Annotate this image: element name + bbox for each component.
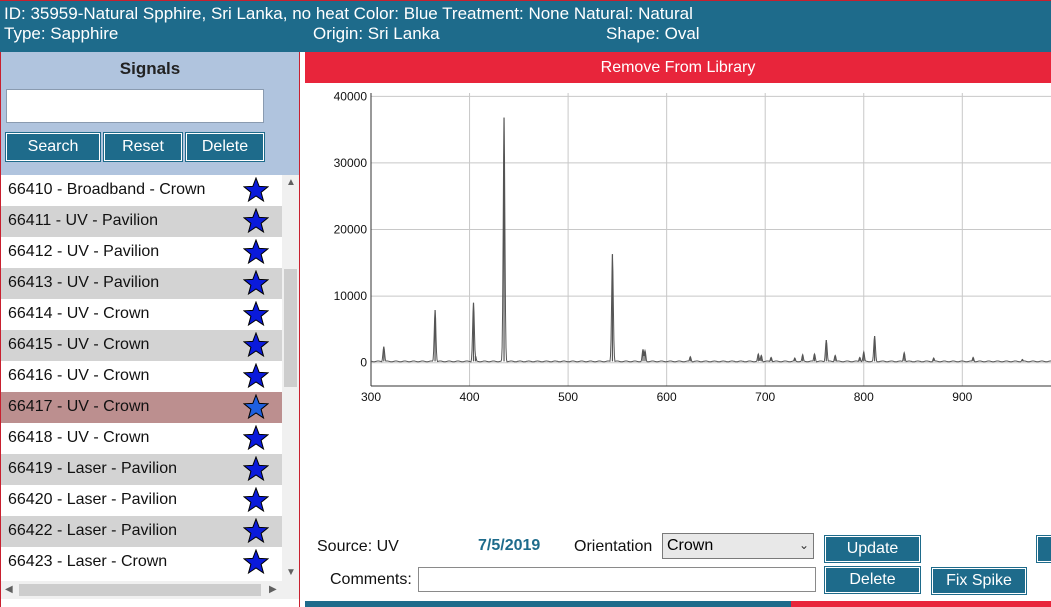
- list-item-label: 66413 - UV - Pavilion: [8, 274, 160, 291]
- list-item[interactable]: 66410 - Broadband - Crown: [1, 175, 282, 206]
- list-item-label: 66417 - UV - Crown: [8, 398, 150, 415]
- scroll-left-icon[interactable]: ◀: [5, 584, 13, 595]
- y-tick-label: 40000: [334, 89, 368, 103]
- vertical-scrollbar[interactable]: ▲ ▼: [282, 175, 299, 581]
- star-icon[interactable]: [242, 238, 270, 265]
- list-item[interactable]: 66417 - UV - Crown: [1, 392, 282, 423]
- gem-info-header: ID: 35959-Natural Spphire, Sri Lanka, no…: [0, 0, 1051, 52]
- list-item-label: 66411 - UV - Pavilion: [8, 212, 158, 229]
- comments-label: Comments:: [330, 571, 412, 588]
- star-icon[interactable]: [242, 331, 270, 358]
- orientation-label: Orientation: [574, 538, 653, 555]
- source-label: Source: UV: [317, 538, 399, 555]
- y-tick-label: 30000: [334, 156, 368, 170]
- x-tick-label: 900: [952, 390, 972, 404]
- list-item-label: 66412 - UV - Pavilion: [8, 243, 160, 260]
- x-tick-label: 500: [558, 390, 578, 404]
- status-bar-blue: [305, 601, 791, 607]
- gem-origin: Origin: Sri Lanka: [313, 24, 440, 43]
- x-tick-label: 300: [361, 390, 381, 404]
- list-item[interactable]: 66419 - Laser - Pavilion: [1, 454, 282, 485]
- list-item[interactable]: 66413 - UV - Pavilion: [1, 268, 282, 299]
- partial-button[interactable]: [1037, 536, 1051, 562]
- list-item[interactable]: 66422 - Laser - Pavilion: [1, 516, 282, 547]
- list-item[interactable]: 66412 - UV - Pavilion: [1, 237, 282, 268]
- list-item[interactable]: 66411 - UV - Pavilion: [1, 206, 282, 237]
- star-icon[interactable]: [242, 424, 270, 451]
- x-tick-label: 600: [657, 390, 677, 404]
- star-icon[interactable]: [242, 548, 270, 575]
- list-item-label: 66423 - Laser - Crown: [8, 553, 168, 570]
- star-icon[interactable]: [242, 176, 270, 203]
- orientation-select[interactable]: Crown ⌄: [662, 533, 814, 559]
- list-item-label: 66420 - Laser - Pavilion: [8, 491, 177, 508]
- star-icon[interactable]: [242, 269, 270, 296]
- star-icon[interactable]: [242, 300, 270, 327]
- gem-type: Type: Sapphire: [4, 24, 119, 43]
- list-item-label: 66410 - Broadband - Crown: [8, 181, 206, 198]
- list-item-label: 66415 - UV - Crown: [8, 336, 150, 353]
- x-tick-label: 700: [755, 390, 775, 404]
- signal-list: 66410 - Broadband - Crown 66411 - UV - Pa…: [1, 175, 282, 581]
- list-item[interactable]: 66420 - Laser - Pavilion: [1, 485, 282, 516]
- x-tick-label: 800: [854, 390, 874, 404]
- list-item[interactable]: 66416 - UV - Crown: [1, 361, 282, 392]
- list-item[interactable]: 66415 - UV - Crown: [1, 330, 282, 361]
- list-item[interactable]: 66414 - UV - Crown: [1, 299, 282, 330]
- update-button[interactable]: Update: [825, 536, 920, 562]
- remove-from-library-button[interactable]: Remove From Library: [305, 52, 1051, 83]
- star-icon[interactable]: [242, 362, 270, 389]
- star-icon[interactable]: [242, 517, 270, 544]
- list-item[interactable]: 66423 - Laser - Crown: [1, 547, 282, 578]
- star-icon[interactable]: [242, 207, 270, 234]
- list-item-label: 66422 - Laser - Pavilion: [8, 522, 177, 539]
- scroll-up-icon[interactable]: ▲: [286, 177, 296, 188]
- orientation-value: Crown: [667, 537, 714, 554]
- spectrum-chart-svg: 300 400 500 600 700 800 900 0 10000 20000 30000 400…: [334, 89, 1051, 404]
- x-tick-label: 400: [460, 390, 480, 404]
- delete-button[interactable]: Delete: [825, 567, 920, 593]
- vertical-scroll-thumb[interactable]: [284, 269, 297, 387]
- list-item-label: 66419 - Laser - Pavilion: [8, 460, 177, 477]
- signals-panel: Signals Search Reset Delete 66410 - Broa…: [0, 52, 300, 607]
- spectrum-chart: 300 400 500 600 700 800 900 0 10000 20000 30000 400…: [305, 83, 1051, 423]
- search-button[interactable]: Search: [6, 133, 100, 161]
- search-input[interactable]: [6, 89, 264, 123]
- gem-id-line: ID: 35959-Natural Spphire, Sri Lanka, no…: [4, 4, 693, 23]
- status-bar-red: [791, 601, 1051, 607]
- y-tick-label: 0: [360, 356, 367, 370]
- reset-button[interactable]: Reset: [104, 133, 182, 161]
- y-tick-label: 10000: [334, 289, 368, 303]
- y-tick-label: 20000: [334, 223, 368, 237]
- signal-detail-panel: Remove From Library 300 400 500 600 700 800 90…: [305, 52, 1051, 607]
- star-icon[interactable]: [242, 393, 270, 420]
- list-item[interactable]: 66418 - UV - Crown: [1, 423, 282, 454]
- list-item-label: 66416 - UV - Crown: [8, 367, 150, 384]
- fix-spike-button[interactable]: Fix Spike: [932, 568, 1026, 594]
- signals-search-area: Signals Search Reset Delete: [1, 52, 299, 175]
- signals-title: Signals: [119, 59, 181, 78]
- list-item-label: 66414 - UV - Crown: [8, 305, 150, 322]
- chevron-down-icon: ⌄: [798, 538, 809, 552]
- delete-signal-button[interactable]: Delete: [186, 133, 264, 161]
- horizontal-scrollbar[interactable]: ◀ ▶: [1, 581, 299, 599]
- star-icon[interactable]: [242, 455, 270, 482]
- comments-input[interactable]: [418, 567, 816, 592]
- signal-date: 7/5/2019: [478, 537, 541, 554]
- star-icon[interactable]: [242, 486, 270, 513]
- gem-shape: Shape: Oval: [606, 24, 700, 43]
- scroll-down-icon[interactable]: ▼: [286, 567, 296, 578]
- list-item-label: 66418 - UV - Crown: [8, 429, 150, 446]
- horizontal-scroll-thumb[interactable]: [19, 584, 261, 596]
- scroll-right-icon[interactable]: ▶: [269, 584, 277, 595]
